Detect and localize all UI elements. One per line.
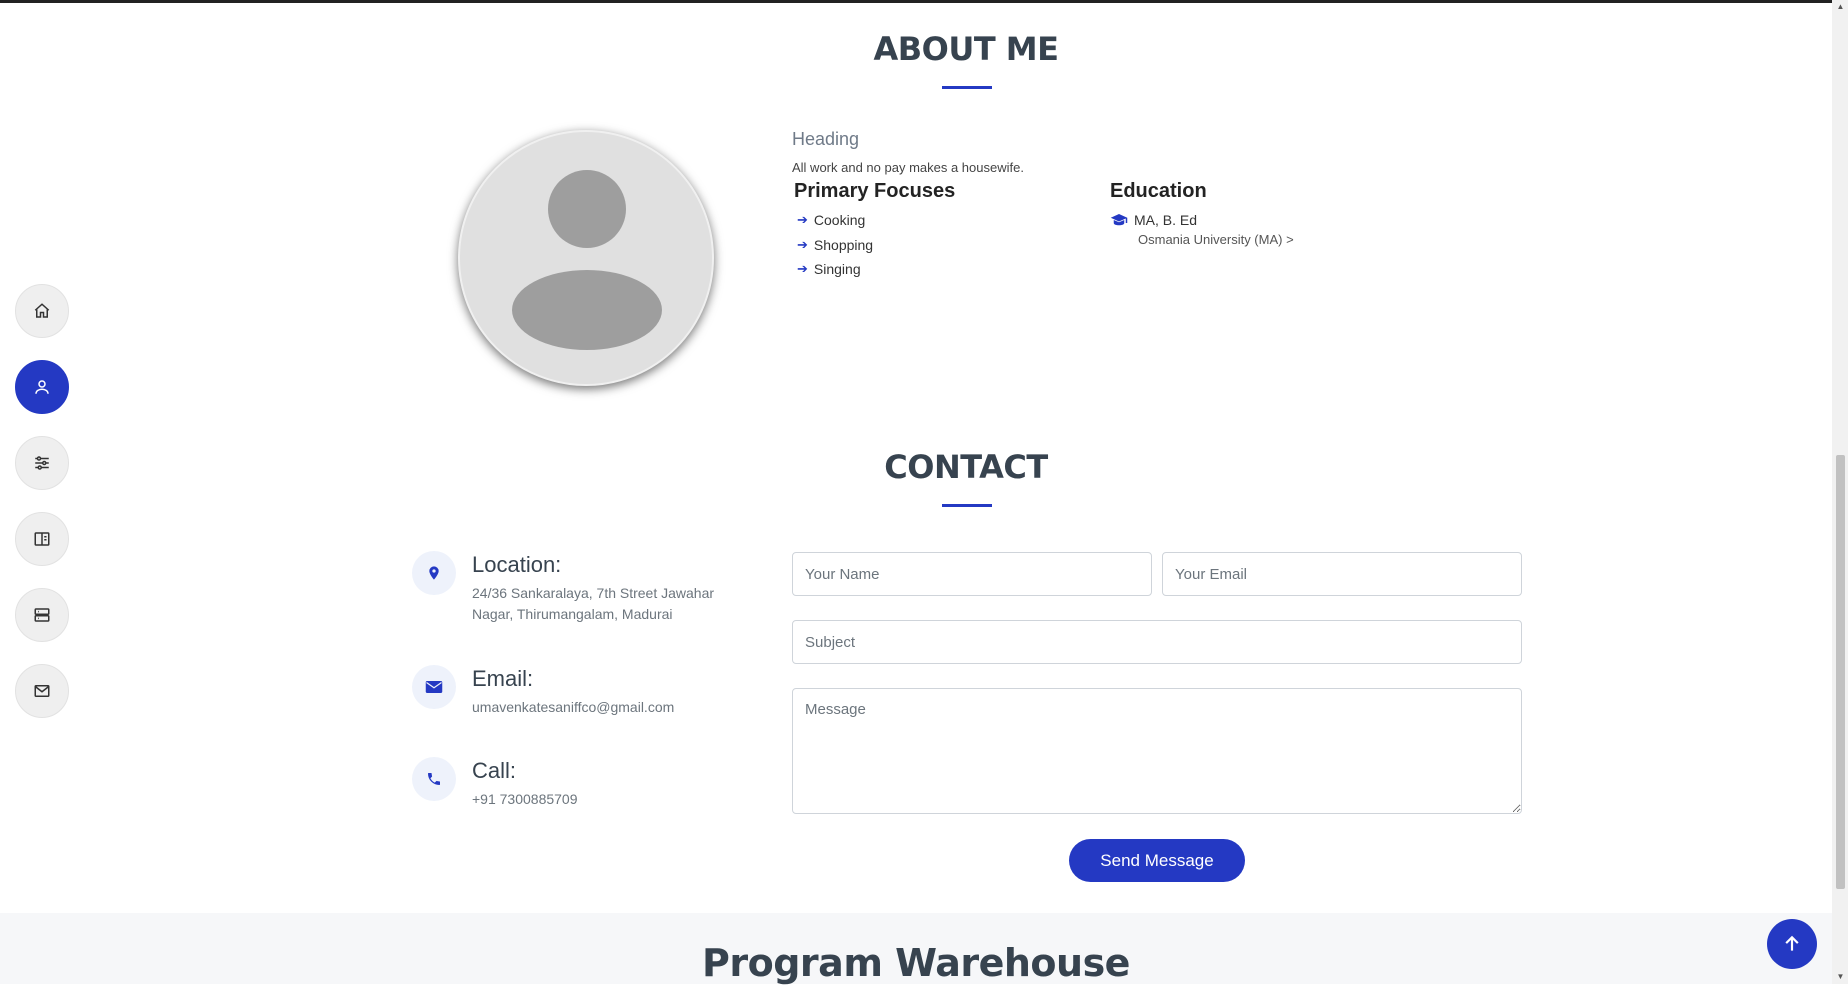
home-icon <box>34 303 50 318</box>
location-title: Location: <box>472 552 562 577</box>
nav-about-button[interactable] <box>15 360 69 414</box>
focus-item: ➔ Shopping <box>797 237 874 253</box>
book-icon <box>34 532 50 546</box>
arrow-right-icon: ➔ <box>797 212 808 227</box>
primary-focuses-title: Primary Focuses <box>794 180 956 202</box>
send-message-button[interactable]: Send Message <box>1069 839 1245 882</box>
email-icon-wrap <box>412 665 456 709</box>
about-heading: Heading <box>792 129 860 149</box>
education-degree: MA, B. Ed <box>1110 212 1197 228</box>
map-pin-icon <box>429 566 439 580</box>
about-description: All work and no pay makes a housewife. <box>792 160 1024 175</box>
envelope-icon <box>34 685 50 697</box>
subject-input[interactable] <box>792 620 1522 664</box>
profile-avatar <box>458 130 714 386</box>
graduation-cap-icon <box>1110 214 1128 226</box>
user-icon <box>35 380 49 394</box>
program-warehouse-title: Program Warehouse <box>702 941 1130 985</box>
message-textarea[interactable] <box>792 688 1522 814</box>
nav-contact-button[interactable] <box>15 664 69 718</box>
call-text: +91 7300885709 <box>472 791 578 807</box>
nav-home-button[interactable] <box>15 284 69 338</box>
phone-icon <box>428 773 440 785</box>
nav-skills-button[interactable] <box>15 436 69 490</box>
scroll-down-arrow[interactable]: ▼ <box>1836 972 1845 982</box>
envelope-icon <box>425 681 443 693</box>
phone-icon-wrap <box>412 757 456 801</box>
about-title-underline <box>942 86 992 89</box>
email-title: Email: <box>472 666 534 691</box>
top-border <box>0 0 1848 3</box>
focus-item: ➔ Cooking <box>797 212 866 228</box>
scroll-up-arrow[interactable]: ▲ <box>1836 2 1845 12</box>
education-school[interactable]: Osmania University (MA) > <box>1138 232 1294 247</box>
call-title: Call: <box>472 758 517 783</box>
email-input[interactable] <box>1162 552 1522 596</box>
location-icon-wrap <box>412 551 456 595</box>
contact-title: CONTACT <box>884 448 1048 486</box>
back-to-top-button[interactable] <box>1767 919 1817 969</box>
nav-resume-button[interactable] <box>15 512 69 566</box>
arrow-up-icon <box>1785 935 1799 951</box>
about-title: ABOUT ME <box>873 30 1059 68</box>
location-text: 24/36 Sankaralaya, 7th Street Jawahar Na… <box>472 585 715 622</box>
sliders-icon <box>35 456 49 470</box>
name-input[interactable] <box>792 552 1152 596</box>
nav-services-button[interactable] <box>15 588 69 642</box>
contact-title-underline <box>942 504 992 507</box>
focus-item: ➔ Singing <box>797 261 861 277</box>
side-navigation <box>15 284 69 740</box>
education-title: Education <box>1110 180 1207 202</box>
email-text: umavenkatesaniffco@gmail.com <box>472 699 675 715</box>
arrow-right-icon: ➔ <box>797 237 808 252</box>
scrollbar-thumb[interactable] <box>1836 455 1845 889</box>
arrow-right-icon: ➔ <box>797 261 808 276</box>
server-icon <box>34 608 50 622</box>
